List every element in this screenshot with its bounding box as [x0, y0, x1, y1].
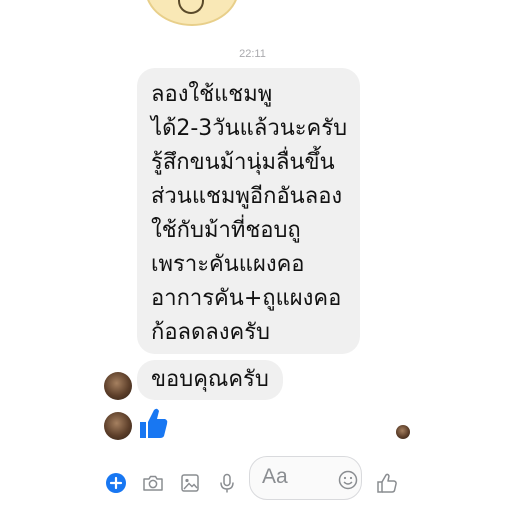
thumbs-up-icon[interactable] [138, 406, 168, 440]
reply-message-bubble[interactable]: ขอบคุณครับ [137, 360, 283, 400]
message-line: ได้2-3วันแล้วนะครับ [151, 116, 348, 141]
message-line: เพราะคันแผงคอ [151, 252, 305, 277]
camera-icon[interactable] [142, 472, 164, 494]
message-line: ส่วนแชมพูอีกอันลอง [151, 184, 343, 209]
emoji-icon[interactable] [338, 470, 358, 490]
sticker-smile [178, 0, 204, 14]
plus-icon[interactable] [105, 472, 127, 494]
message-composer [0, 452, 505, 505]
photo-icon[interactable] [179, 472, 201, 494]
read-receipt-avatar [396, 425, 410, 439]
sender-avatar[interactable] [104, 372, 132, 400]
chat-screen: 22:11 ลองใช้แชมพู ได้2-3วันแล้วนะครับ รู… [0, 0, 505, 505]
mic-icon[interactable] [216, 472, 238, 494]
message-line: ใช้กับม้าที่ชอบถู [151, 218, 301, 243]
sender-avatar[interactable] [104, 412, 132, 440]
message-input[interactable] [262, 463, 332, 491]
message-line: ก้อลดลงครับ [151, 320, 271, 345]
thumbs-up-icon[interactable] [376, 472, 398, 494]
message-timestamp: 22:11 [239, 48, 266, 60]
message-line: ลองใช้แชมพู [151, 82, 273, 107]
message-input-box[interactable] [249, 456, 362, 500]
smiley-sticker [145, 0, 239, 26]
message-line: รู้สึกขนม้านุ่มลื่นขึ้น [151, 150, 335, 175]
message-line: อาการคัน+ถูแผงคอ [151, 286, 342, 311]
incoming-message-bubble[interactable]: ลองใช้แชมพู ได้2-3วันแล้วนะครับ รู้สึกขน… [137, 68, 360, 354]
